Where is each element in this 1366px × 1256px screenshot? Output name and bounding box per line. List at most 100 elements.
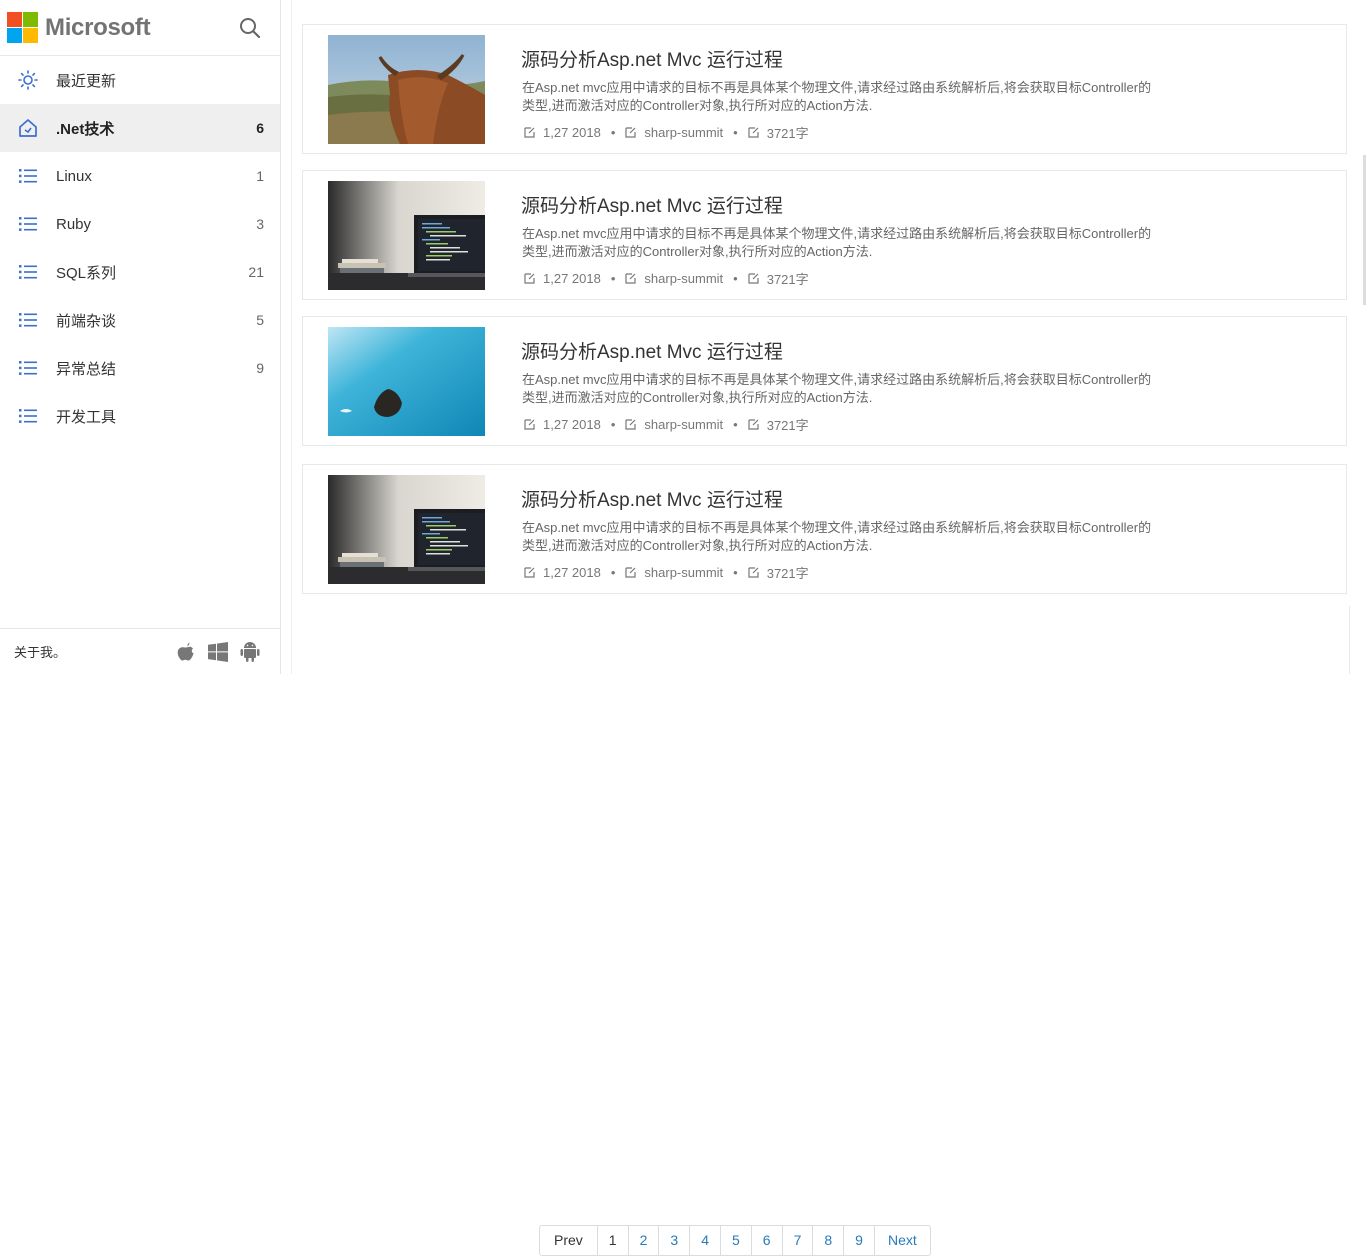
edit-icon: [625, 273, 637, 284]
edit-icon: [625, 419, 637, 430]
post-tag[interactable]: sharp-summit: [644, 417, 723, 432]
sidebar-item-label: SQL系列: [56, 264, 117, 282]
meta-separator: •: [733, 271, 738, 286]
meta-separator: •: [610, 271, 616, 286]
post-word-count: 3721字: [766, 418, 809, 433]
post-thumbnail[interactable]: [328, 327, 485, 436]
sidebar-item-devtools[interactable]: 开发工具: [0, 392, 280, 440]
post-title[interactable]: 源码分析Asp.net Mvc 运行过程: [521, 45, 783, 72]
post-tag[interactable]: sharp-summit: [644, 125, 723, 140]
sidebar-item-label: .Net技术: [56, 120, 115, 138]
edit-icon: [748, 127, 759, 138]
post-title[interactable]: 源码分析Asp.net Mvc 运行过程: [521, 191, 783, 218]
sidebar-item-count: 6: [256, 120, 264, 136]
edit-icon: [524, 127, 535, 138]
page-button-1[interactable]: 1: [596, 1226, 628, 1255]
list-icon: [17, 357, 39, 379]
sidebar-item-label: Ruby: [56, 215, 92, 233]
post-title[interactable]: 源码分析Asp.net Mvc 运行过程: [521, 485, 783, 512]
meta-separator: •: [610, 125, 616, 140]
sidebar-item-count: 9: [256, 360, 264, 376]
sidebar-footer: 关于我。: [0, 628, 280, 674]
sidebar-item-count: 21: [248, 264, 264, 280]
meta-separator: •: [610, 417, 616, 432]
post-thumbnail[interactable]: [328, 181, 485, 290]
page-button-9[interactable]: 9: [843, 1226, 874, 1255]
post-word-count: 3721字: [766, 272, 809, 287]
page-button-7[interactable]: 7: [781, 1226, 813, 1255]
post-thumbnail[interactable]: [328, 475, 485, 584]
post-date: 1,27 2018: [543, 417, 601, 432]
category-nav: 最近更新 .Net技术 6 Linux 1 Ruby 3 SQL系列 21 前端…: [0, 56, 280, 440]
post-card: 源码分析Asp.net Mvc 运行过程 在Asp.net mvc应用中请求的目…: [302, 24, 1347, 154]
meta-separator: •: [733, 125, 738, 140]
meta-separator: •: [610, 565, 616, 580]
edit-icon: [524, 273, 535, 284]
post-word-count: 3721字: [766, 126, 809, 141]
post-description: 在Asp.net mvc应用中请求的目标不再是具体某个物理文件,请求经过路由系统…: [522, 226, 1152, 259]
post-meta: 1,27 2018 • sharp-summit • 3721字: [524, 123, 809, 142]
edit-icon: [748, 273, 759, 284]
android-icon[interactable]: [240, 641, 260, 662]
edit-icon: [748, 419, 759, 430]
home-icon: [17, 117, 39, 139]
windows-icon[interactable]: [208, 641, 228, 662]
edit-icon: [748, 567, 759, 578]
post-tag[interactable]: sharp-summit: [644, 271, 723, 286]
post-date: 1,27 2018: [543, 565, 601, 580]
post-card: 源码分析Asp.net Mvc 运行过程 在Asp.net mvc应用中请求的目…: [302, 464, 1347, 594]
post-description: 在Asp.net mvc应用中请求的目标不再是具体某个物理文件,请求经过路由系统…: [522, 80, 1152, 113]
sidebar-item-recent[interactable]: 最近更新: [0, 56, 280, 104]
page-button-5[interactable]: 5: [719, 1226, 751, 1255]
page-button-4[interactable]: 4: [689, 1226, 720, 1255]
list-icon: [17, 405, 39, 427]
post-meta: 1,27 2018 • sharp-summit • 3721字: [524, 269, 809, 288]
sidebar-item-linux[interactable]: Linux 1: [0, 152, 280, 200]
meta-separator: •: [733, 417, 738, 432]
next-page-button[interactable]: Next: [873, 1226, 930, 1255]
sidebar-item-label: 前端杂谈: [56, 312, 117, 330]
platform-icons: [176, 641, 280, 662]
post-date: 1,27 2018: [543, 125, 601, 140]
post-title[interactable]: 源码分析Asp.net Mvc 运行过程: [521, 337, 783, 364]
sidebar-item-count: 1: [256, 168, 264, 184]
brand-name[interactable]: Microsoft: [45, 14, 151, 42]
sidebar-item-label: 异常总结: [56, 360, 117, 378]
page-button-8[interactable]: 8: [812, 1226, 843, 1255]
list-icon: [17, 309, 39, 331]
list-icon: [17, 165, 39, 187]
sidebar-item-count: 3: [256, 216, 264, 232]
sidebar-item-dotnet[interactable]: .Net技术 6: [0, 104, 280, 152]
microsoft-logo-icon[interactable]: [7, 12, 38, 43]
post-tag[interactable]: sharp-summit: [644, 565, 723, 580]
post-description: 在Asp.net mvc应用中请求的目标不再是具体某个物理文件,请求经过路由系统…: [522, 520, 1152, 553]
search-icon[interactable]: [238, 16, 262, 40]
sidebar-item-frontend[interactable]: 前端杂谈 5: [0, 296, 280, 344]
sidebar-item-ruby[interactable]: Ruby 3: [0, 200, 280, 248]
sidebar: Microsoft 最近更新 .Net技术 6 Linux 1 Ruby 3 S…: [0, 0, 281, 674]
sidebar-item-exceptions[interactable]: 异常总结 9: [0, 344, 280, 392]
sidebar-item-count: 5: [256, 312, 264, 328]
post-thumbnail[interactable]: [328, 35, 485, 144]
sidebar-item-label: 最近更新: [56, 72, 117, 90]
post-list: 源码分析Asp.net Mvc 运行过程 在Asp.net mvc应用中请求的目…: [291, 0, 1366, 674]
page-button-6[interactable]: 6: [750, 1226, 782, 1255]
sidebar-item-sql[interactable]: SQL系列 21: [0, 248, 280, 296]
page-button-3[interactable]: 3: [658, 1226, 689, 1255]
edit-icon: [524, 419, 535, 430]
sidebar-item-label: Linux: [56, 167, 92, 185]
post-card: 源码分析Asp.net Mvc 运行过程 在Asp.net mvc应用中请求的目…: [302, 316, 1347, 446]
list-icon: [17, 261, 39, 283]
post-meta: 1,27 2018 • sharp-summit • 3721字: [524, 415, 809, 434]
page-button-2[interactable]: 2: [627, 1226, 659, 1255]
apple-icon[interactable]: [176, 642, 196, 662]
prev-page-button[interactable]: Prev: [540, 1226, 597, 1255]
pagination: Prev 1 2 3 4 5 6 7 8 9 Next: [539, 1225, 931, 1256]
about-link[interactable]: 关于我。: [14, 642, 176, 661]
edit-icon: [524, 567, 535, 578]
post-card: 源码分析Asp.net Mvc 运行过程 在Asp.net mvc应用中请求的目…: [302, 170, 1347, 300]
edit-icon: [625, 127, 637, 138]
list-icon: [17, 213, 39, 235]
sidebar-item-label: 开发工具: [56, 408, 117, 426]
pagination-container: Prev 1 2 3 4 5 6 7 8 9 Next: [291, 606, 1350, 1256]
